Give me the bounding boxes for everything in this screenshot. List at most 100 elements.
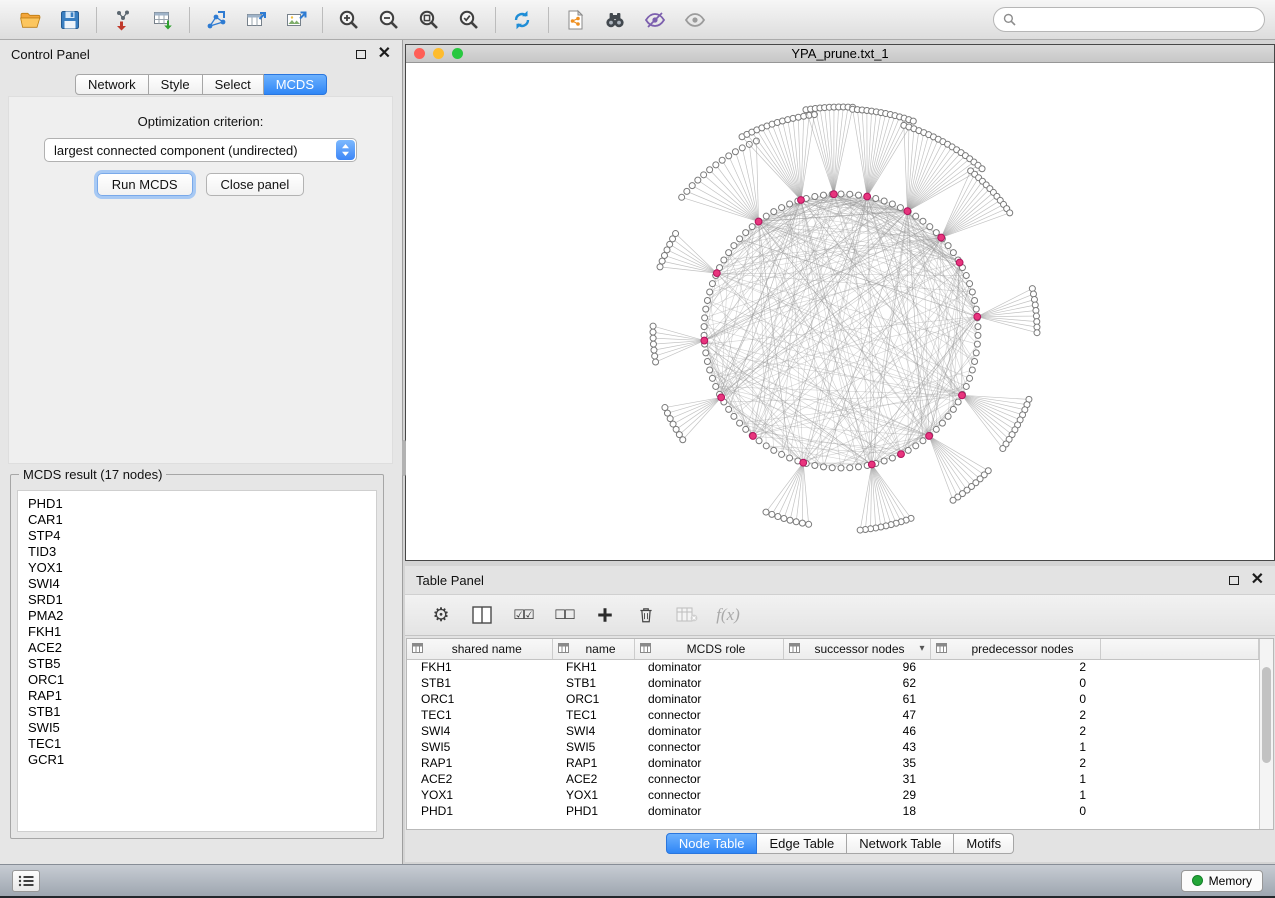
control-tab-network[interactable]: Network [75, 74, 149, 95]
table-row[interactable]: ACE2ACE2connector311 [407, 771, 1259, 787]
splitter-handle[interactable] [402, 440, 406, 476]
column-type-icon [558, 642, 569, 656]
control-tab-select[interactable]: Select [203, 74, 264, 95]
zoom-fit-button[interactable] [409, 4, 449, 36]
table-row[interactable]: RAP1RAP1dominator352 [407, 755, 1259, 771]
import-network-button[interactable] [103, 4, 143, 36]
import-table-button[interactable] [143, 4, 183, 36]
mcds-result-item[interactable]: TEC1 [28, 736, 376, 752]
network-graph[interactable] [406, 63, 1274, 560]
delete-table-button[interactable] [675, 602, 699, 628]
open-session-button[interactable] [10, 4, 50, 36]
table-scrollbar[interactable] [1259, 639, 1273, 829]
mcds-result-item[interactable]: GCR1 [28, 752, 376, 768]
analysis-button[interactable] [635, 4, 675, 36]
close-table-panel-icon[interactable]: ✕ [1251, 572, 1264, 588]
node-table-header-row: shared namenameMCDS rolesuccessor nodes▾… [407, 639, 1259, 659]
mcds-result-item[interactable]: STP4 [28, 528, 376, 544]
mcds-result-item[interactable]: YOX1 [28, 560, 376, 576]
function-builder-button[interactable]: f(x) [716, 602, 740, 628]
import-network-icon [111, 8, 135, 32]
scrollbar-thumb[interactable] [1262, 667, 1271, 763]
table-tab-motifs[interactable]: Motifs [954, 833, 1014, 854]
export-network-button[interactable] [196, 4, 236, 36]
mcds-result-item[interactable]: STB5 [28, 656, 376, 672]
table-tab-network-table[interactable]: Network Table [847, 833, 954, 854]
mcds-result-item[interactable]: FKH1 [28, 624, 376, 640]
delete-column-button[interactable] [634, 602, 658, 628]
toolbar-separator [96, 7, 97, 33]
zoom-fit-icon [417, 8, 441, 32]
table-row[interactable]: FKH1FKH1dominator962 [407, 659, 1259, 675]
table-row[interactable]: ORC1ORC1dominator610 [407, 691, 1259, 707]
mcds-result-item[interactable]: ORC1 [28, 672, 376, 688]
table-row[interactable]: SWI4SWI4dominator462 [407, 723, 1259, 739]
refresh-button[interactable] [502, 4, 542, 36]
control-tab-style[interactable]: Style [149, 74, 203, 95]
mcds-result-item[interactable]: PHD1 [28, 496, 376, 512]
zoom-in-button[interactable] [329, 4, 369, 36]
toolbar-separator [322, 7, 323, 33]
search-input[interactable] [1022, 13, 1255, 27]
table-tab-node-table[interactable]: Node Table [666, 833, 758, 854]
optimization-criterion-select[interactable]: largest connected component (undirected) [44, 138, 357, 162]
table-row[interactable]: YOX1YOX1connector291 [407, 787, 1259, 803]
control-tab-mcds[interactable]: MCDS [264, 74, 327, 95]
run-mcds-button[interactable]: Run MCDS [97, 173, 193, 196]
node-table: shared namenameMCDS rolesuccessor nodes▾… [407, 639, 1259, 819]
table-settings-button[interactable]: ⚙ [429, 602, 453, 628]
save-session-button[interactable] [50, 4, 90, 36]
mcds-result-item[interactable]: PMA2 [28, 608, 376, 624]
maximize-window-button[interactable] [452, 48, 463, 59]
export-image-button[interactable] [276, 4, 316, 36]
table-tab-edge-table[interactable]: Edge Table [757, 833, 847, 854]
table-panel-tabs: Node TableEdge TableNetwork TableMotifs [405, 833, 1275, 854]
float-panel-icon[interactable] [356, 50, 366, 59]
mcds-result-item[interactable]: SRD1 [28, 592, 376, 608]
mcds-result-item[interactable]: SWI4 [28, 576, 376, 592]
export-network-icon [204, 8, 228, 32]
show-graphics-button[interactable] [675, 4, 715, 36]
status-bar: Memory [0, 864, 1275, 898]
show-columns-button[interactable] [470, 602, 494, 628]
mcds-result-title: MCDS result (17 nodes) [19, 467, 166, 482]
close-panel-icon[interactable]: ✕ [378, 46, 391, 62]
save-icon [58, 8, 82, 32]
column-header-successor-nodes[interactable]: successor nodes▾ [783, 639, 930, 659]
mcds-result-item[interactable]: STB1 [28, 704, 376, 720]
control-panel-tabs: NetworkStyleSelectMCDS [0, 74, 402, 95]
mcds-result-item[interactable]: RAP1 [28, 688, 376, 704]
float-table-panel-icon[interactable] [1229, 576, 1239, 585]
deselect-all-button[interactable]: ☐☐ [552, 602, 576, 628]
minimize-window-button[interactable] [433, 48, 444, 59]
export-table-button[interactable] [236, 4, 276, 36]
zoom-out-button[interactable] [369, 4, 409, 36]
table-row[interactable]: SWI5SWI5connector431 [407, 739, 1259, 755]
close-panel-button[interactable]: Close panel [206, 173, 305, 196]
zoom-selected-button[interactable] [449, 4, 489, 36]
memory-button[interactable]: Memory [1181, 870, 1263, 892]
column-header-MCDS-role[interactable]: MCDS role [634, 639, 783, 659]
mcds-result-item[interactable]: TID3 [28, 544, 376, 560]
network-window: YPA_prune.txt_1 [405, 44, 1275, 561]
column-type-icon [789, 642, 800, 656]
select-all-button[interactable]: ☑☑ [511, 602, 535, 628]
status-menu-button[interactable] [12, 870, 40, 892]
column-header-shared-name[interactable]: shared name [407, 639, 552, 659]
add-column-button[interactable] [593, 602, 617, 628]
mcds-result-item[interactable]: CAR1 [28, 512, 376, 528]
table-row[interactable]: PHD1PHD1dominator180 [407, 803, 1259, 819]
table-row[interactable]: STB1STB1dominator620 [407, 675, 1259, 691]
trash-icon [637, 605, 655, 625]
column-type-icon [640, 642, 651, 656]
mcds-result-item[interactable]: SWI5 [28, 720, 376, 736]
mcds-result-item[interactable]: ACE2 [28, 640, 376, 656]
export-web-button[interactable] [555, 4, 595, 36]
column-header-predecessor-nodes[interactable]: predecessor nodes [930, 639, 1100, 659]
eye-slash-icon [643, 8, 667, 32]
column-header-name[interactable]: name [552, 639, 634, 659]
search-network-button[interactable] [595, 4, 635, 36]
table-row[interactable]: TEC1TEC1connector472 [407, 707, 1259, 723]
close-window-button[interactable] [414, 48, 425, 59]
memory-label: Memory [1209, 874, 1252, 888]
